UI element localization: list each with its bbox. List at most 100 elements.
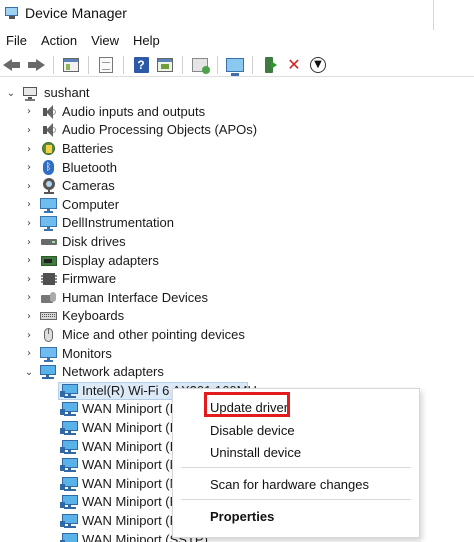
menu-action[interactable]: Action — [34, 30, 84, 52]
help-icon: ? — [133, 56, 149, 73]
keyboard-icon — [40, 308, 58, 324]
toolbar-separator — [53, 55, 54, 74]
tree-category-label: Human Interface Devices — [62, 289, 208, 305]
tree-category[interactable]: › ᛒ Bluetooth — [0, 158, 474, 177]
export-list-button[interactable] — [95, 55, 117, 75]
export-list-icon — [99, 56, 113, 73]
tree-category[interactable]: › Firmware — [0, 270, 474, 289]
network-adapter-label: WAN Miniport (N — [82, 475, 180, 491]
tree-category-network[interactable]: ⌄ Network adapters — [0, 363, 474, 382]
tree-category[interactable]: › Audio Processing Objects (APOs) — [0, 121, 474, 140]
network-icon — [40, 364, 58, 380]
tree-category[interactable]: › DellInstrumentation — [0, 214, 474, 233]
chevron-down-icon[interactable]: ⌄ — [6, 88, 16, 99]
speaker-icon — [40, 104, 58, 120]
device-manager-icon — [4, 5, 20, 21]
bluetooth-icon: ᛒ — [40, 159, 58, 176]
battery-icon — [40, 141, 58, 157]
network-adapter-icon — [60, 420, 80, 436]
tree-category[interactable]: › Batteries — [0, 140, 474, 159]
tree-category[interactable]: › Computer — [0, 196, 474, 215]
monitor-icon — [40, 197, 58, 213]
download-button[interactable]: ▼ — [307, 55, 329, 75]
network-adapter-icon — [60, 532, 80, 542]
download-icon: ▼ — [310, 56, 326, 73]
network-adapter-icon — [60, 439, 80, 455]
monitor-icon — [226, 57, 244, 76]
chevron-right-icon[interactable]: › — [24, 218, 34, 229]
network-adapter-label: WAN Miniport (F — [82, 512, 178, 528]
menu-file[interactable]: File — [0, 30, 34, 52]
tree-root-label: sushant — [44, 85, 90, 101]
chevron-right-icon[interactable]: › — [24, 237, 34, 248]
tree-category[interactable]: › Display adapters — [0, 251, 474, 270]
chevron-right-icon[interactable]: › — [24, 106, 34, 117]
uninstall-button[interactable]: ✕ — [283, 55, 305, 75]
tree-category-label: Disk drives — [62, 234, 126, 250]
tree-category[interactable]: › Cameras — [0, 177, 474, 196]
title-bar: Device Manager — [0, 0, 434, 26]
update-driver-button[interactable] — [259, 55, 281, 75]
tree-category-label: Firmware — [62, 271, 117, 287]
update-driver-icon — [263, 56, 277, 73]
hid-icon — [40, 290, 58, 306]
chevron-down-icon[interactable]: ⌄ — [24, 367, 34, 378]
network-adapter-icon — [60, 476, 80, 492]
tree-category[interactable]: › Human Interface Devices — [0, 289, 474, 308]
tree-category-label: Audio inputs and outputs — [62, 103, 206, 119]
display-adapter-icon — [40, 253, 58, 269]
chip-icon — [40, 271, 58, 287]
tree-category-label: DellInstrumentation — [62, 215, 174, 231]
network-adapter-icon — [60, 494, 80, 510]
help-button[interactable]: ? — [130, 55, 152, 75]
chevron-right-icon[interactable]: › — [24, 274, 34, 285]
chevron-right-icon[interactable]: › — [24, 255, 34, 266]
disk-icon — [40, 234, 58, 250]
toolbar-separator — [88, 55, 89, 74]
network-adapter-label: WAN Miniport (F — [82, 494, 178, 510]
tree-category[interactable]: › Audio inputs and outputs — [0, 103, 474, 122]
speaker-icon — [40, 122, 58, 138]
chevron-right-icon[interactable]: › — [24, 330, 34, 341]
tree-category[interactable]: › Disk drives — [0, 233, 474, 252]
menu-help[interactable]: Help — [126, 30, 167, 52]
menu-item-uninstall-device[interactable]: Uninstall device — [210, 445, 301, 460]
monitor-button[interactable] — [224, 55, 246, 76]
mouse-icon — [40, 327, 58, 343]
tree-root[interactable]: ⌄ sushant — [0, 84, 474, 103]
chevron-right-icon[interactable]: › — [24, 144, 34, 155]
network-adapter-icon — [60, 457, 80, 473]
tree-category[interactable]: › Keyboards — [0, 307, 474, 326]
network-adapter-icon — [60, 513, 80, 529]
toolbar-separator — [252, 55, 253, 74]
chevron-right-icon[interactable]: › — [24, 162, 34, 173]
tree-category-label: Mice and other pointing devices — [62, 327, 245, 343]
network-adapter-label: WAN Miniport (L — [82, 457, 177, 473]
show-hide-tree-button[interactable] — [60, 55, 82, 75]
monitor-icon — [40, 215, 58, 232]
menu-item-scan-hardware[interactable]: Scan for hardware changes — [210, 477, 369, 492]
chevron-right-icon[interactable]: › — [24, 292, 34, 303]
menu-bar: File Action View Help — [0, 30, 167, 52]
chevron-right-icon[interactable]: › — [24, 181, 34, 192]
network-adapter-label: WAN Miniport (I — [82, 419, 174, 435]
tree-category-label: Batteries — [62, 141, 114, 157]
properties-icon — [157, 57, 173, 72]
back-button[interactable] — [1, 55, 23, 75]
menu-view[interactable]: View — [84, 30, 126, 52]
tree-category-label: Cameras — [62, 178, 115, 194]
toolbar-separator — [182, 55, 183, 74]
chevron-right-icon[interactable]: › — [24, 348, 34, 359]
properties-button[interactable] — [154, 55, 176, 75]
tree-category[interactable]: › Monitors — [0, 344, 474, 363]
toolbar-separator — [217, 55, 218, 74]
chevron-right-icon[interactable]: › — [24, 199, 34, 210]
computer-icon — [22, 85, 40, 102]
menu-item-properties[interactable]: Properties — [210, 509, 274, 524]
scan-hardware-button[interactable] — [189, 55, 211, 75]
tree-category[interactable]: › Mice and other pointing devices — [0, 326, 474, 345]
menu-item-disable-device[interactable]: Disable device — [210, 423, 295, 438]
forward-button[interactable] — [25, 55, 47, 75]
chevron-right-icon[interactable]: › — [24, 125, 34, 136]
chevron-right-icon[interactable]: › — [24, 311, 34, 322]
